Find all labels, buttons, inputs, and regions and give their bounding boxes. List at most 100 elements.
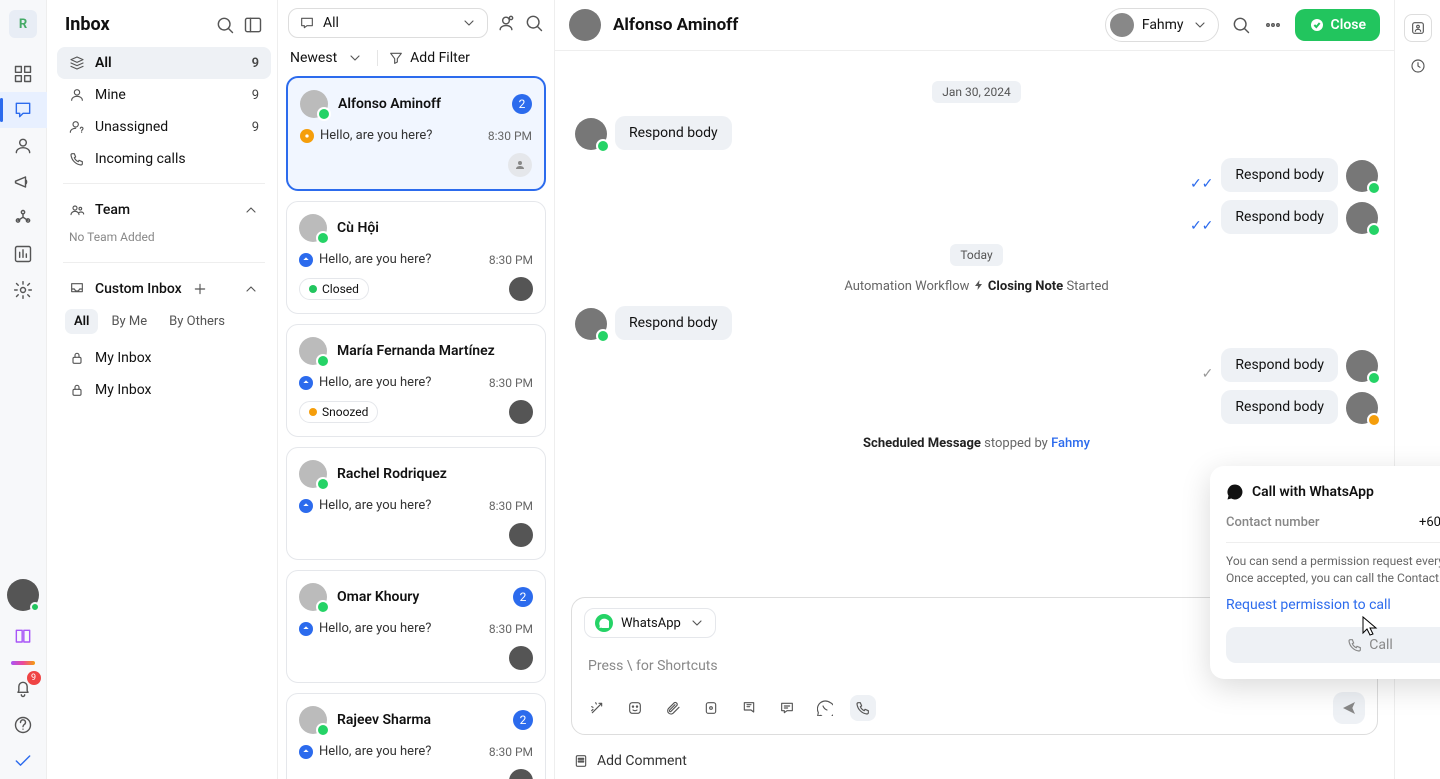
section-custom-inbox[interactable]: Custom Inbox	[57, 271, 271, 307]
contact-avatar	[299, 214, 327, 242]
activity-button[interactable]	[1404, 52, 1432, 80]
timestamp: 8:30 PM	[488, 129, 532, 143]
inbox-icon	[13, 100, 33, 120]
rail-broadcast[interactable]	[0, 164, 47, 200]
custom-inbox-item[interactable]: My Inbox	[57, 374, 271, 406]
snippet-button[interactable]	[698, 695, 724, 721]
composer-channel-label: WhatsApp	[621, 616, 681, 631]
unread-badge: 2	[513, 710, 533, 730]
rail-inbox[interactable]	[0, 92, 47, 128]
nav-all[interactable]: All 9	[57, 47, 271, 79]
conversation-card[interactable]: Rajeev Sharma 2 Hello, are you here? 8:3…	[286, 693, 546, 779]
emoji-icon	[627, 700, 643, 716]
status-tag: Snoozed	[299, 401, 378, 423]
sort-select[interactable]: Newest	[290, 50, 378, 66]
contact-avatar	[300, 90, 328, 118]
whatsapp-icon	[595, 614, 613, 632]
assignee-avatar	[509, 646, 533, 670]
msg-avatar	[575, 118, 607, 150]
last-message: Hello, are you here?	[319, 375, 483, 390]
call-button[interactable]	[850, 695, 876, 721]
whatsapp-badge-icon	[1367, 223, 1381, 237]
scheduled-stopped-event: Scheduled Message stopped by Fahmy	[575, 436, 1378, 451]
search-icon[interactable]	[215, 15, 235, 35]
template-button[interactable]	[774, 695, 800, 721]
rail-contacts[interactable]	[0, 128, 47, 164]
conversation-card[interactable]: Cù Hội Hello, are you here? 8:30 PM Clos…	[286, 201, 546, 314]
phone-icon	[855, 700, 871, 716]
request-permission-link[interactable]: Request permission to call	[1226, 597, 1391, 613]
rail-user-avatar[interactable]	[7, 579, 39, 611]
nav-mine[interactable]: Mine 9	[57, 79, 271, 111]
send-button[interactable]	[1333, 692, 1365, 724]
last-message: Hello, are you here?	[319, 744, 483, 759]
conversation-card[interactable]: Omar Khoury 2 Hello, are you here? 8:30 …	[286, 570, 546, 683]
message-direction-icon	[299, 376, 313, 390]
whatsapp-icon	[817, 700, 833, 716]
more-icon[interactable]	[1263, 15, 1283, 35]
workspace-logo[interactable]: R	[9, 10, 37, 38]
msg-bubble: Respond body	[1221, 390, 1338, 424]
user-link[interactable]: Fahmy	[1051, 436, 1090, 451]
rail-help[interactable]	[0, 707, 47, 743]
last-message: Hello, are you here?	[320, 128, 482, 143]
whatsapp-badge-icon	[317, 107, 331, 121]
collapse-panel-icon[interactable]	[243, 15, 263, 35]
close-button[interactable]: Close	[1295, 9, 1380, 41]
emoji-button[interactable]	[622, 695, 648, 721]
chart-icon	[13, 244, 33, 264]
pill-by-me[interactable]: By Me	[102, 309, 156, 334]
timestamp: 8:30 PM	[489, 376, 533, 390]
nav-count: 9	[252, 120, 259, 135]
plus-icon[interactable]	[192, 281, 208, 297]
rail-notifications[interactable]: 9	[0, 671, 47, 707]
search-icon[interactable]	[524, 13, 544, 33]
user-question-icon	[69, 119, 85, 135]
nav-unassigned[interactable]: Unassigned 9	[57, 111, 271, 143]
team-icon	[69, 202, 85, 218]
whatsapp-icon	[1226, 483, 1244, 501]
last-message: Hello, are you here?	[319, 498, 483, 513]
conversation-card[interactable]: María Fernanda Martínez Hello, are you h…	[286, 324, 546, 437]
thread-header: Alfonso Aminoff Fahmy Close	[555, 0, 1394, 51]
search-icon[interactable]	[1231, 15, 1251, 35]
msg-avatar	[1346, 160, 1378, 192]
attachment-button[interactable]	[660, 695, 686, 721]
nav-incoming-calls[interactable]: Incoming calls	[57, 143, 271, 175]
rail-status[interactable]	[0, 743, 47, 779]
contact-name: Rachel Rodriquez	[337, 466, 533, 482]
assignee-filter-icon[interactable]	[496, 13, 516, 33]
whatsapp-badge-icon	[596, 329, 610, 343]
status-tag: Closed	[299, 278, 369, 300]
magic-wand-button[interactable]	[584, 695, 610, 721]
rail-org[interactable]	[0, 200, 47, 236]
composer-channel-select[interactable]: WhatsApp	[584, 608, 716, 638]
rail-dashboard[interactable]	[0, 56, 47, 92]
chevron-down-icon	[689, 615, 705, 631]
assignee-select[interactable]: Fahmy	[1105, 8, 1219, 42]
contact-avatar[interactable]	[569, 9, 601, 41]
automation-event: Automation Workflow Closing Note Started	[575, 279, 1378, 294]
contact-details-button[interactable]	[1404, 14, 1432, 42]
conversation-card[interactable]: Rachel Rodriquez Hello, are you here? 8:…	[286, 447, 546, 560]
phone-icon	[1347, 637, 1363, 653]
call-action-button[interactable]: Call	[1226, 627, 1440, 663]
add-comment-button[interactable]: Add Comment	[555, 743, 1394, 779]
custom-inbox-item[interactable]: My Inbox	[57, 342, 271, 374]
section-team[interactable]: Team	[57, 192, 271, 228]
assignee-avatar	[509, 769, 533, 779]
whatsapp-badge-icon	[316, 354, 330, 368]
add-filter-button[interactable]: Add Filter	[388, 50, 470, 66]
rail-settings[interactable]	[0, 272, 47, 308]
conversation-main: Alfonso Aminoff Fahmy Close Jan 30, 2024…	[555, 0, 1394, 779]
rail-docs[interactable]	[0, 619, 47, 655]
rail-analytics[interactable]	[0, 236, 47, 272]
msg-avatar	[575, 308, 607, 340]
conversation-card[interactable]: Alfonso Aminoff 2 Hello, are you here? 8…	[286, 76, 546, 191]
channel-filter[interactable]: All	[288, 8, 488, 38]
pill-all[interactable]: All	[65, 309, 98, 334]
whatsapp-button[interactable]	[812, 695, 838, 721]
whatsapp-badge-icon	[316, 723, 330, 737]
saved-reply-button[interactable]	[736, 695, 762, 721]
pill-by-others[interactable]: By Others	[160, 309, 234, 334]
